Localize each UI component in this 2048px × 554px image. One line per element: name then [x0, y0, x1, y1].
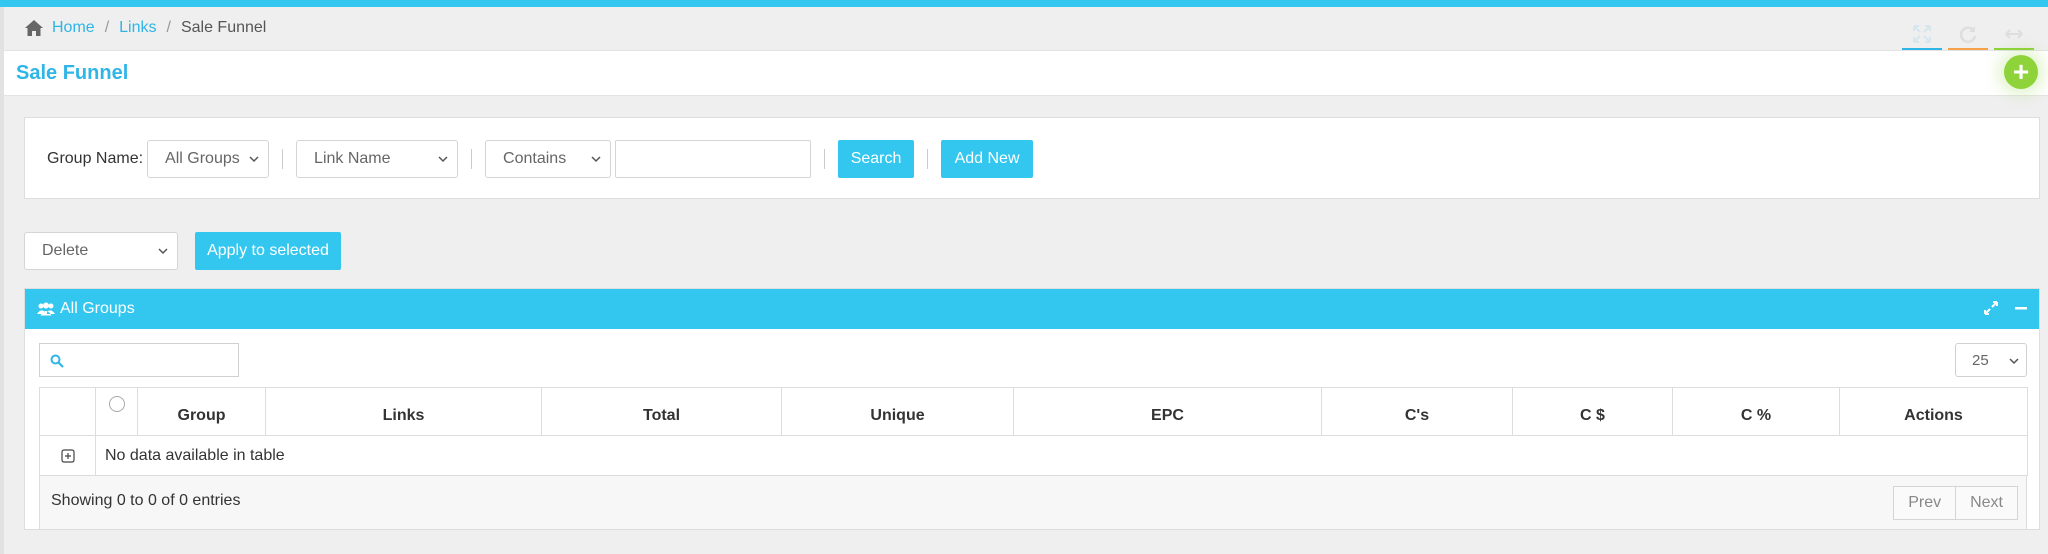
operator-select[interactable]: Contains [485, 140, 612, 178]
top-accent-bar [0, 0, 2048, 7]
chevron-down-icon [158, 248, 168, 255]
table-search-input[interactable] [39, 343, 239, 377]
users-icon [37, 302, 55, 316]
fullscreen-icon [1913, 25, 1931, 43]
collapse-icon [2005, 29, 2023, 39]
group-select-value: All Groups [165, 150, 240, 167]
chevron-down-icon [591, 156, 601, 163]
breadcrumb-current: Sale Funnel [180, 19, 267, 36]
table-row: No data available in table [39, 435, 2028, 476]
groups-panel: All Groups 25 Group Links Total Unique E… [24, 288, 2040, 530]
page-tools [1902, 20, 2034, 50]
page-title: Sale Funnel [16, 61, 129, 84]
bulk-action-select[interactable]: Delete [24, 232, 178, 270]
header-total[interactable]: Total [541, 387, 782, 436]
panel-header: All Groups [25, 289, 2039, 329]
breadcrumb-links[interactable]: Links [119, 19, 156, 37]
group-select[interactable]: All Groups [147, 140, 270, 178]
search-query-input[interactable] [615, 140, 812, 178]
field-select[interactable]: Link Name [296, 140, 459, 178]
home-icon[interactable] [24, 19, 44, 37]
filter-panel: Group Name: All Groups Link Name Contain… [24, 117, 2040, 199]
chevron-down-icon [438, 156, 448, 163]
collapse-button[interactable] [1994, 20, 2034, 50]
header-actions: Actions [1839, 387, 2028, 436]
plus-icon: + [2012, 56, 2030, 87]
table-footer: Showing 0 to 0 of 0 entries Prev Next [39, 476, 2027, 530]
empty-message: No data available in table [95, 435, 2028, 476]
page-length-value: 25 [1972, 351, 1989, 369]
search-button[interactable]: Search [838, 140, 915, 178]
breadcrumb-separator: / [104, 19, 110, 36]
breadcrumb-home[interactable]: Home [52, 19, 95, 37]
operator-select-value: Contains [503, 150, 567, 167]
expand-icon[interactable] [1983, 300, 1999, 316]
header-expand [39, 387, 96, 436]
header-links[interactable]: Links [265, 387, 542, 436]
plus-square-icon[interactable] [60, 448, 75, 463]
table-header-row: Group Links Total Unique EPC C's C $ C %… [39, 387, 2028, 436]
minus-icon[interactable] [2013, 300, 2029, 316]
header-group[interactable]: Group [137, 387, 266, 436]
bulk-action-value: Delete [42, 242, 89, 259]
breadcrumb: Home / Links / Sale Funnel [24, 16, 266, 40]
header-c-percent[interactable]: C % [1672, 387, 1840, 436]
select-all-radio[interactable] [108, 396, 125, 412]
panel-title: All Groups [60, 300, 135, 317]
header-unique[interactable]: Unique [781, 387, 1014, 436]
divider [471, 149, 473, 169]
row-expand-cell [39, 435, 96, 476]
table-info: Showing 0 to 0 of 0 entries [51, 492, 241, 509]
divider [927, 149, 929, 169]
divider [282, 149, 284, 169]
breadcrumb-separator: / [166, 19, 171, 36]
title-bar: Sale Funnel [4, 50, 2048, 96]
bulk-actions: Delete Apply to selected [24, 232, 341, 270]
add-button[interactable]: + [2004, 55, 2038, 89]
header-cs[interactable]: C's [1321, 387, 1513, 436]
groups-table: Group Links Total Unique EPC C's C $ C %… [39, 387, 2028, 476]
chevron-down-icon [2009, 358, 2019, 365]
header-select [95, 387, 138, 436]
chevron-down-icon [249, 156, 259, 163]
search-icon [50, 354, 64, 368]
add-new-button[interactable]: Add New [941, 140, 1034, 178]
header-c-dollar[interactable]: C $ [1512, 387, 1673, 436]
pagination: Prev Next [1893, 486, 2018, 520]
refresh-icon [1959, 26, 1977, 43]
fullscreen-button[interactable] [1902, 20, 1942, 50]
group-name-label: Group Name: [47, 150, 144, 167]
next-button[interactable]: Next [1956, 486, 2018, 520]
field-select-value: Link Name [314, 150, 391, 167]
page-length-select[interactable]: 25 [1955, 343, 2027, 377]
divider [824, 149, 826, 169]
panel-controls [1983, 300, 2029, 316]
apply-to-selected-button[interactable]: Apply to selected [195, 232, 341, 270]
filter-row: Group Name: All Groups Link Name Contain… [25, 140, 2039, 178]
prev-button[interactable]: Prev [1893, 486, 1957, 520]
header-epc[interactable]: EPC [1013, 387, 1322, 436]
refresh-button[interactable] [1948, 20, 1988, 50]
